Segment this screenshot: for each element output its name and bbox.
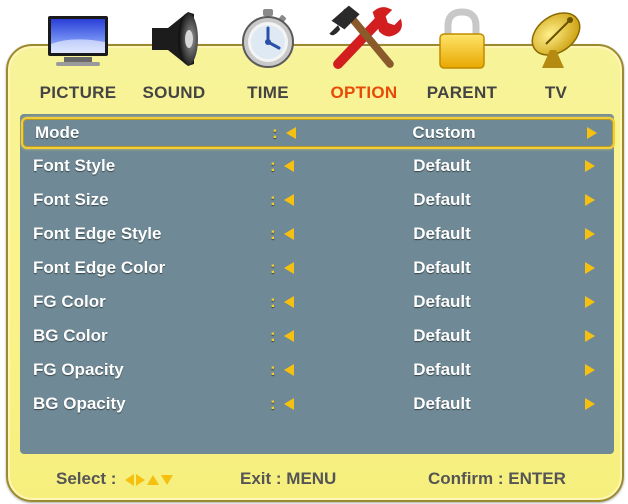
row-colon: : — [270, 292, 276, 311]
row-label: Font Size — [33, 190, 109, 209]
settings-row-bg-color[interactable]: BG Color : Default — [20, 321, 614, 351]
settings-row-font-style[interactable]: Font Style : Default — [20, 151, 614, 181]
row-label: FG Opacity — [33, 360, 124, 379]
tab-option[interactable]: OPTION — [314, 0, 414, 108]
row-value: Default — [413, 156, 471, 175]
row-value: Default — [413, 394, 471, 413]
tab-label: SOUND — [142, 83, 206, 102]
exit-hint: Exit : MENU — [240, 469, 337, 488]
tab-label: PARENT — [426, 83, 498, 102]
row-label: Font Edge Style — [33, 224, 162, 243]
footer-hints: Select : Exit : MENU Confirm : ENTER — [20, 466, 614, 492]
settings-list: Mode : Custom Font Style : Default Font … — [20, 114, 615, 454]
tab-tv[interactable]: TV — [506, 0, 606, 108]
settings-row-bg-opacity[interactable]: BG Opacity : Default — [20, 389, 614, 419]
left-arrow-icon[interactable] — [284, 228, 294, 240]
row-label: Font Style — [33, 156, 116, 175]
row-colon: : — [270, 258, 276, 277]
tools-icon — [329, 5, 402, 69]
tab-label: TV — [544, 83, 568, 102]
category-tabs: PICTURE SOUND TIME OPTION PARENT TV — [0, 0, 628, 108]
tab-time[interactable]: TIME — [218, 0, 318, 108]
settings-row-font-edge-style[interactable]: Font Edge Style : Default — [20, 219, 614, 249]
right-arrow-icon[interactable] — [585, 398, 595, 410]
monitor-icon — [48, 16, 108, 66]
row-value: Default — [413, 292, 471, 311]
tab-label: OPTION — [330, 83, 398, 102]
left-arrow-icon[interactable] — [284, 398, 294, 410]
row-label: BG Opacity — [33, 394, 126, 413]
left-arrow-icon[interactable] — [284, 296, 294, 308]
select-hint: Select : — [56, 469, 175, 490]
right-arrow-icon[interactable] — [585, 296, 595, 308]
right-arrow-icon[interactable] — [585, 194, 595, 206]
row-value: Custom — [412, 123, 476, 142]
confirm-hint: Confirm : ENTER — [428, 469, 566, 488]
right-arrow-icon[interactable] — [585, 228, 595, 240]
row-label: BG Color — [33, 326, 108, 345]
row-colon: : — [270, 394, 276, 413]
settings-row-font-edge-color[interactable]: Font Edge Color : Default — [20, 253, 614, 283]
stopwatch-icon — [242, 9, 294, 68]
row-label: Font Edge Color — [33, 258, 166, 277]
left-arrow-icon[interactable] — [286, 127, 296, 139]
settings-row-mode[interactable]: Mode : Custom — [21, 117, 615, 149]
select-hint-label: Select : — [56, 469, 117, 488]
navigation-arrows-icon — [125, 470, 175, 490]
row-colon: : — [270, 156, 276, 175]
row-value: Default — [413, 360, 471, 379]
tab-label: PICTURE — [39, 83, 117, 102]
row-colon: : — [270, 190, 276, 209]
row-value: Default — [413, 258, 471, 277]
tab-picture[interactable]: PICTURE — [28, 0, 128, 108]
row-value: Default — [413, 326, 471, 345]
row-colon: : — [272, 123, 278, 142]
right-arrow-icon[interactable] — [585, 364, 595, 376]
settings-row-font-size[interactable]: Font Size : Default — [20, 185, 614, 215]
lock-icon — [439, 8, 485, 69]
left-arrow-icon[interactable] — [284, 364, 294, 376]
settings-row-fg-opacity[interactable]: FG Opacity : Default — [20, 355, 614, 385]
row-value: Default — [413, 224, 471, 243]
left-arrow-icon[interactable] — [284, 160, 294, 172]
row-colon: : — [270, 326, 276, 345]
settings-row-fg-color[interactable]: FG Color : Default — [20, 287, 614, 317]
left-arrow-icon[interactable] — [284, 330, 294, 342]
left-arrow-icon[interactable] — [284, 262, 294, 274]
tab-sound[interactable]: SOUND — [124, 0, 224, 108]
tab-label: TIME — [247, 83, 289, 102]
satellite-dish-icon — [531, 12, 581, 68]
right-arrow-icon[interactable] — [585, 160, 595, 172]
left-arrow-icon[interactable] — [284, 194, 294, 206]
right-arrow-icon[interactable] — [585, 262, 595, 274]
row-colon: : — [270, 360, 276, 379]
row-label: Mode — [35, 123, 80, 142]
tab-parent[interactable]: PARENT — [412, 0, 512, 108]
row-label: FG Color — [33, 292, 106, 311]
speaker-icon — [152, 12, 198, 66]
row-value: Default — [413, 190, 471, 209]
row-colon: : — [270, 224, 276, 243]
right-arrow-icon[interactable] — [587, 127, 597, 139]
right-arrow-icon[interactable] — [585, 330, 595, 342]
